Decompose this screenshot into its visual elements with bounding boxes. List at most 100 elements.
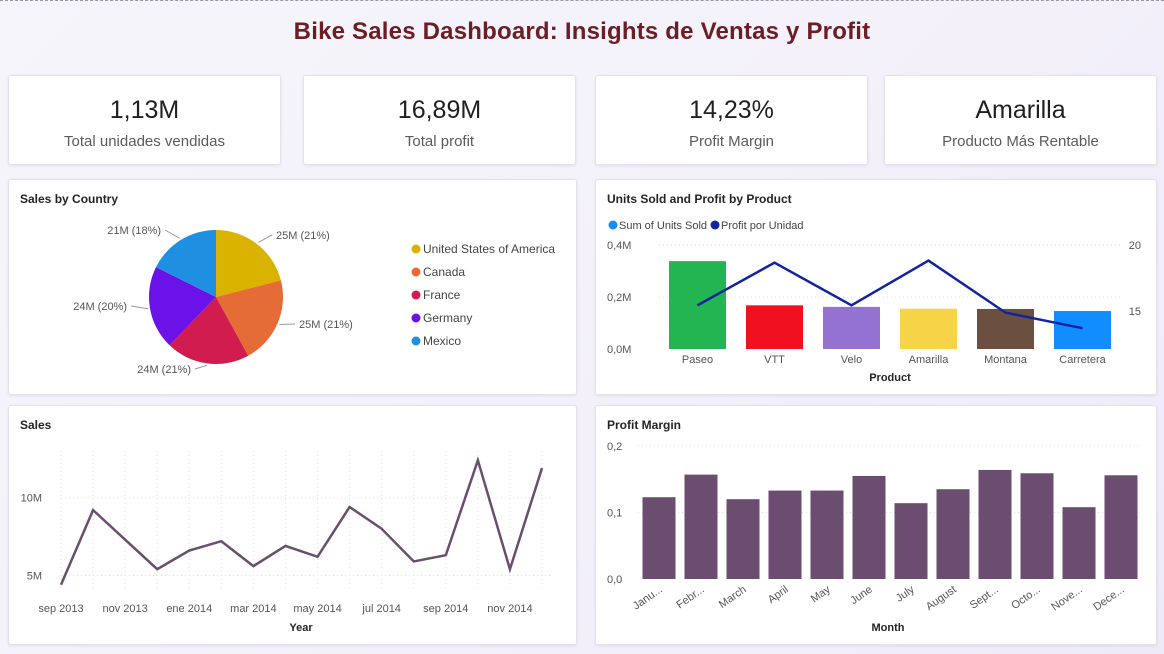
x-tick-label: Nove... xyxy=(1049,584,1084,614)
x-tick-label: March xyxy=(717,584,749,611)
x-tick-label: sep 2014 xyxy=(423,603,468,615)
y2-tick-label: 15 xyxy=(1129,306,1141,318)
kpi-card-profit[interactable]: 16,89M Total profit xyxy=(303,75,576,165)
bar xyxy=(1054,311,1111,349)
y-tick-label: 0,2 xyxy=(607,441,622,453)
kpi-label: Total profit xyxy=(404,133,475,150)
kpi-label: Total unidades vendidas xyxy=(64,133,225,150)
x-tick-label: Amarilla xyxy=(909,354,950,366)
sales-by-country-card[interactable]: Sales by Country 25M (21%) 25M (21%) 24M (… xyxy=(8,179,577,395)
y-tick-label: 0,0M xyxy=(607,344,631,356)
x-tick-label: Janu... xyxy=(631,584,665,613)
x-tick-label: July xyxy=(894,583,917,604)
x-tick-label: August xyxy=(924,584,959,613)
x-tick-label: Febr... xyxy=(674,584,706,612)
x-tick-label: Paseo xyxy=(682,354,713,366)
bar xyxy=(852,475,886,579)
slice-label: 21M (18%) xyxy=(107,225,161,237)
slice-label: 25M (21%) xyxy=(299,319,353,331)
legend-marker xyxy=(411,313,421,323)
combo-chart[interactable]: Sum of Units Sold Profit por Unidad 0,4M 0,… xyxy=(596,180,1156,394)
top-border xyxy=(0,0,1164,1)
legend-marker xyxy=(411,267,421,277)
legend-marker xyxy=(411,244,421,254)
bar xyxy=(726,499,760,579)
legend-label: Sum of Units Sold xyxy=(619,220,707,232)
dashboard-title: Bike Sales Dashboard: Insights de Ventas… xyxy=(293,18,871,45)
pie-chart[interactable]: 25M (21%) 25M (21%) 24M (21%) 24M (20%) 21M … xyxy=(9,180,576,394)
y-tick-label: 0,4M xyxy=(607,240,631,252)
kpi-value: Amarilla xyxy=(975,96,1066,124)
sales-card[interactable]: Sales 10M 5M sep 2013 nov 2013 ene 2014 mar 2… xyxy=(8,405,577,645)
kpi-value: 16,89M xyxy=(397,96,482,124)
legend-label: Canada xyxy=(423,265,465,279)
kpi-card-top-product[interactable]: Amarilla Producto Más Rentable xyxy=(884,75,1157,165)
bar xyxy=(936,489,970,579)
bar xyxy=(1104,475,1138,579)
legend-label: France xyxy=(423,288,461,302)
sales-line xyxy=(59,456,544,586)
slice-label: 25M (21%) xyxy=(276,230,330,242)
kpi-label: Profit Margin xyxy=(688,133,775,150)
x-axis-title: Month xyxy=(872,622,905,634)
bar xyxy=(900,308,957,349)
kpi-label: Producto Más Rentable xyxy=(942,133,1099,150)
units-profit-card[interactable]: Units Sold and Profit by Product Sum of … xyxy=(595,179,1157,395)
profit-margin-bar-chart[interactable]: 0,2 0,1 0,0 Janu... Febr... March April May June… xyxy=(596,406,1156,644)
slice-label: 24M (21%) xyxy=(137,364,191,376)
x-tick-label: Velo xyxy=(841,354,862,366)
bar xyxy=(977,308,1034,349)
sales-line-chart[interactable]: 10M 5M sep 2013 nov 2013 ene 2014 mar 2014 may… xyxy=(9,406,576,644)
x-tick-label: Carretera xyxy=(1059,354,1106,366)
legend-label: United States of America xyxy=(423,242,555,256)
x-tick-label: ene 2014 xyxy=(166,603,212,615)
slice-label: 24M (20%) xyxy=(73,301,127,313)
x-tick-label: April xyxy=(766,584,791,606)
leader-line xyxy=(130,305,149,310)
leader-line xyxy=(194,364,208,370)
x-tick-label: sep 2013 xyxy=(38,603,83,615)
kpi-value: 1,13M xyxy=(109,96,180,124)
profit-margin-card[interactable]: Profit Margin 0,2 0,1 0,0 Janu... Febr... Mar… xyxy=(595,405,1157,645)
bar xyxy=(810,490,844,579)
bar xyxy=(1020,473,1054,579)
bar xyxy=(642,497,676,579)
x-tick-label: Octo... xyxy=(1009,584,1042,612)
legend-marker xyxy=(710,220,720,230)
x-tick-label: nov 2014 xyxy=(487,603,532,615)
bar xyxy=(823,306,880,349)
x-tick-label: jul 2014 xyxy=(361,603,401,615)
y-tick-label: 0,2M xyxy=(607,292,631,304)
legend-label: Profit por Unidad xyxy=(721,220,804,232)
x-tick-label: may 2014 xyxy=(293,603,341,615)
x-tick-label: Sept... xyxy=(968,584,1001,612)
x-tick-label: May xyxy=(809,583,833,605)
bar xyxy=(768,490,802,579)
x-tick-label: nov 2013 xyxy=(103,603,148,615)
leader-line xyxy=(258,234,273,243)
legend-marker xyxy=(411,336,421,346)
leader-line xyxy=(164,229,180,239)
y2-tick-label: 20 xyxy=(1129,240,1141,252)
legend-marker xyxy=(608,220,618,230)
x-tick-label: Montana xyxy=(984,354,1028,366)
legend-label: Germany xyxy=(423,311,472,325)
legend-marker xyxy=(411,290,421,300)
x-tick-label: June xyxy=(848,584,874,608)
x-tick-label: VTT xyxy=(764,354,785,366)
x-axis-title: Year xyxy=(289,622,313,634)
legend-label: Mexico xyxy=(423,334,461,348)
kpi-value: 14,23% xyxy=(689,96,774,124)
bar xyxy=(894,503,928,579)
y-tick-label: 5M xyxy=(27,570,42,582)
bar xyxy=(684,474,718,579)
y-tick-label: 0,0 xyxy=(607,574,622,586)
bar xyxy=(746,305,803,349)
bar xyxy=(1062,507,1096,579)
x-tick-label: mar 2014 xyxy=(230,603,276,615)
x-axis-title: Product xyxy=(869,372,911,384)
kpi-card-units[interactable]: 1,13M Total unidades vendidas xyxy=(8,75,281,165)
y-tick-label: 0,1 xyxy=(607,508,622,520)
kpi-card-margin[interactable]: 14,23% Profit Margin xyxy=(595,75,868,165)
y-tick-label: 10M xyxy=(21,493,42,505)
